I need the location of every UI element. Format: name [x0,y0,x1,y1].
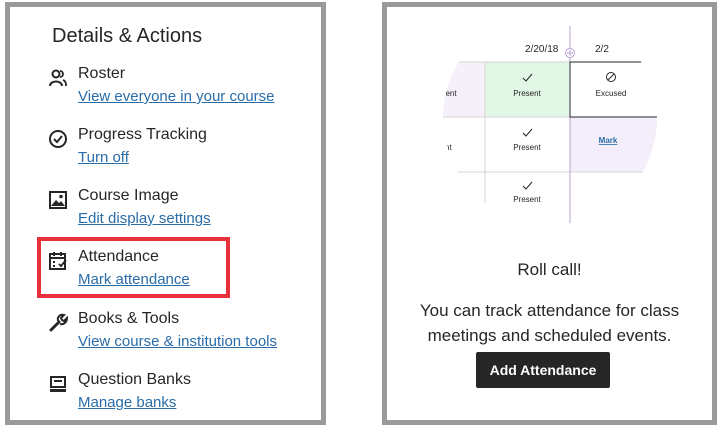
question-banks-item: Question Banks Manage banks [48,371,318,417]
wrench-icon [49,313,68,332]
question-banks-title: Question Banks [78,371,191,388]
grid-present-partial: esent [437,89,457,98]
grid-date-1: 2/20/18 [525,44,559,55]
add-attendance-button[interactable]: Add Attendance [476,352,610,388]
grid-excused: Excused [596,89,627,98]
question-bank-icon [50,376,66,392]
attendance-highlight-box [37,237,230,298]
manage-banks-link[interactable]: Manage banks [78,394,176,411]
attendance-grid-illustration: 2/20/18 2/2 esent Present Excused nt Pre… [437,26,657,225]
details-actions-panel: Details & Actions Roster View everyone i… [5,2,326,425]
roster-icon [49,69,67,87]
books-tools-title: Books & Tools [78,310,180,327]
course-image-item: Course Image Edit display settings [48,187,318,233]
grid-mark-link: Mark [599,136,618,145]
course-image-title: Course Image [78,187,179,204]
image-icon [49,191,67,209]
grid-present-3: Present [513,195,541,204]
view-roster-link[interactable]: View everyone in your course [78,88,275,105]
grid-nt-partial: nt [445,143,452,152]
turn-off-link[interactable]: Turn off [78,149,129,166]
books-tools-item: Books & Tools View course & institution … [48,310,318,356]
roll-call-description: You can track attendance for class meeti… [387,298,712,348]
view-tools-link[interactable]: View course & institution tools [78,333,277,350]
roster-item: Roster View everyone in your course [48,65,318,111]
edit-display-settings-link[interactable]: Edit display settings [78,210,211,227]
roll-call-title: Roll call! [517,260,582,279]
panel-heading: Details & Actions [52,25,203,47]
grid-present-2: Present [513,143,541,152]
progress-tracking-item: Progress Tracking Turn off [48,126,318,172]
progress-tracking-title: Progress Tracking [78,126,207,143]
roster-title: Roster [78,65,126,82]
grid-present-1: Present [513,89,541,98]
description-line-1: You can track attendance for class [419,301,680,320]
progress-check-icon [49,130,67,148]
roll-call-panel: 2/20/18 2/2 esent Present Excused nt Pre… [382,2,717,425]
description-line-2: meetings and scheduled events. [427,326,672,345]
grid-date-2: 2/2 [595,44,609,55]
